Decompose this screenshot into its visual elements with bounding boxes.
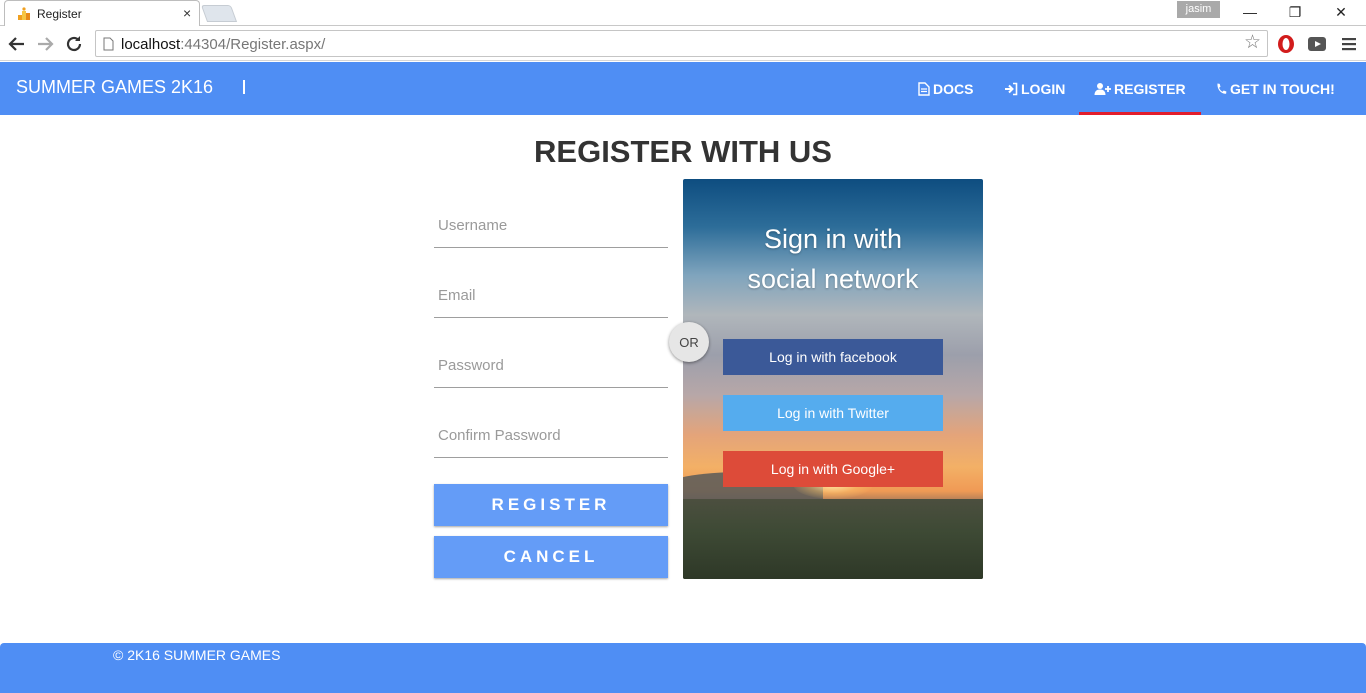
restore-button[interactable]: ❐: [1280, 2, 1310, 22]
profile-badge[interactable]: jasim: [1177, 1, 1220, 18]
nav-login[interactable]: LOGIN: [1004, 62, 1065, 115]
nav-get-in-touch[interactable]: GET IN TOUCH!: [1215, 62, 1335, 115]
register-button[interactable]: REGISTER: [434, 484, 668, 526]
cancel-button[interactable]: CANCEL: [434, 536, 668, 578]
password-field: [434, 344, 668, 388]
password-input[interactable]: [434, 344, 668, 387]
site-footer: © 2K16 SUMMER GAMES: [0, 643, 1366, 693]
nav-get-in-touch-label: GET IN TOUCH!: [1230, 80, 1335, 97]
confirm-password-field: [434, 414, 668, 458]
email-input[interactable]: [434, 274, 668, 317]
brand-divider: [243, 80, 245, 94]
page-title: REGISTER WITH US: [534, 134, 832, 169]
bookmark-star-icon[interactable]: ☆: [1244, 33, 1261, 53]
url-text: localhost:44304/Register.aspx/: [121, 36, 326, 53]
favicon-icon: [18, 7, 30, 20]
menu-icon[interactable]: [1338, 33, 1360, 55]
username-field: [434, 204, 668, 248]
address-bar[interactable]: localhost:44304/Register.aspx/ ☆: [95, 30, 1268, 57]
forward-arrow-icon[interactable]: [34, 33, 56, 55]
nav-register[interactable]: REGISTER: [1079, 62, 1201, 115]
landscape-fields: [683, 499, 983, 579]
new-tab-button[interactable]: [200, 5, 238, 22]
close-window-button[interactable]: ✕: [1326, 2, 1356, 22]
phone-icon: [1217, 83, 1227, 94]
tab-title: Register: [37, 7, 82, 21]
facebook-login-button[interactable]: Log in with facebook: [723, 339, 943, 375]
social-login-panel: Sign in with social network Log in with …: [683, 179, 983, 579]
social-title-line1: Sign in with: [763, 224, 903, 254]
or-divider-badge: OR: [669, 322, 709, 362]
nav-docs[interactable]: DOCS: [918, 62, 973, 115]
social-title-line2: social network: [747, 264, 919, 294]
username-input[interactable]: [434, 204, 668, 247]
video-extension-icon[interactable]: [1306, 33, 1328, 55]
email-field: [434, 274, 668, 318]
user-plus-icon: [1094, 82, 1111, 95]
nav-register-label: REGISTER: [1114, 80, 1186, 97]
browser-titlebar: Register × jasim — ❐ ✕: [0, 0, 1366, 26]
sign-in-icon: [1005, 82, 1018, 95]
file-icon: [918, 81, 930, 96]
page-icon: [103, 37, 114, 51]
opera-extension-icon[interactable]: [1275, 33, 1297, 55]
browser-tab[interactable]: Register ×: [4, 0, 200, 26]
back-arrow-icon[interactable]: [6, 33, 28, 55]
reload-icon[interactable]: [63, 33, 85, 55]
browser-toolbar: localhost:44304/Register.aspx/ ☆: [0, 27, 1366, 61]
twitter-login-button[interactable]: Log in with Twitter: [723, 395, 943, 431]
nav-login-label: LOGIN: [1021, 80, 1066, 97]
brand-logo[interactable]: SUMMER GAMES 2K16: [16, 77, 213, 98]
confirm-password-input[interactable]: [434, 414, 668, 457]
site-header: SUMMER GAMES 2K16 DOCS LOGIN REGISTER GE…: [0, 62, 1366, 115]
footer-copyright: © 2K16 SUMMER GAMES: [113, 647, 281, 663]
google-login-button[interactable]: Log in with Google+: [723, 451, 943, 487]
nav-docs-label: DOCS: [933, 80, 974, 97]
tab-close-icon[interactable]: ×: [183, 5, 191, 21]
minimize-button[interactable]: —: [1235, 2, 1265, 22]
social-title: Sign in with social network: [683, 219, 983, 299]
